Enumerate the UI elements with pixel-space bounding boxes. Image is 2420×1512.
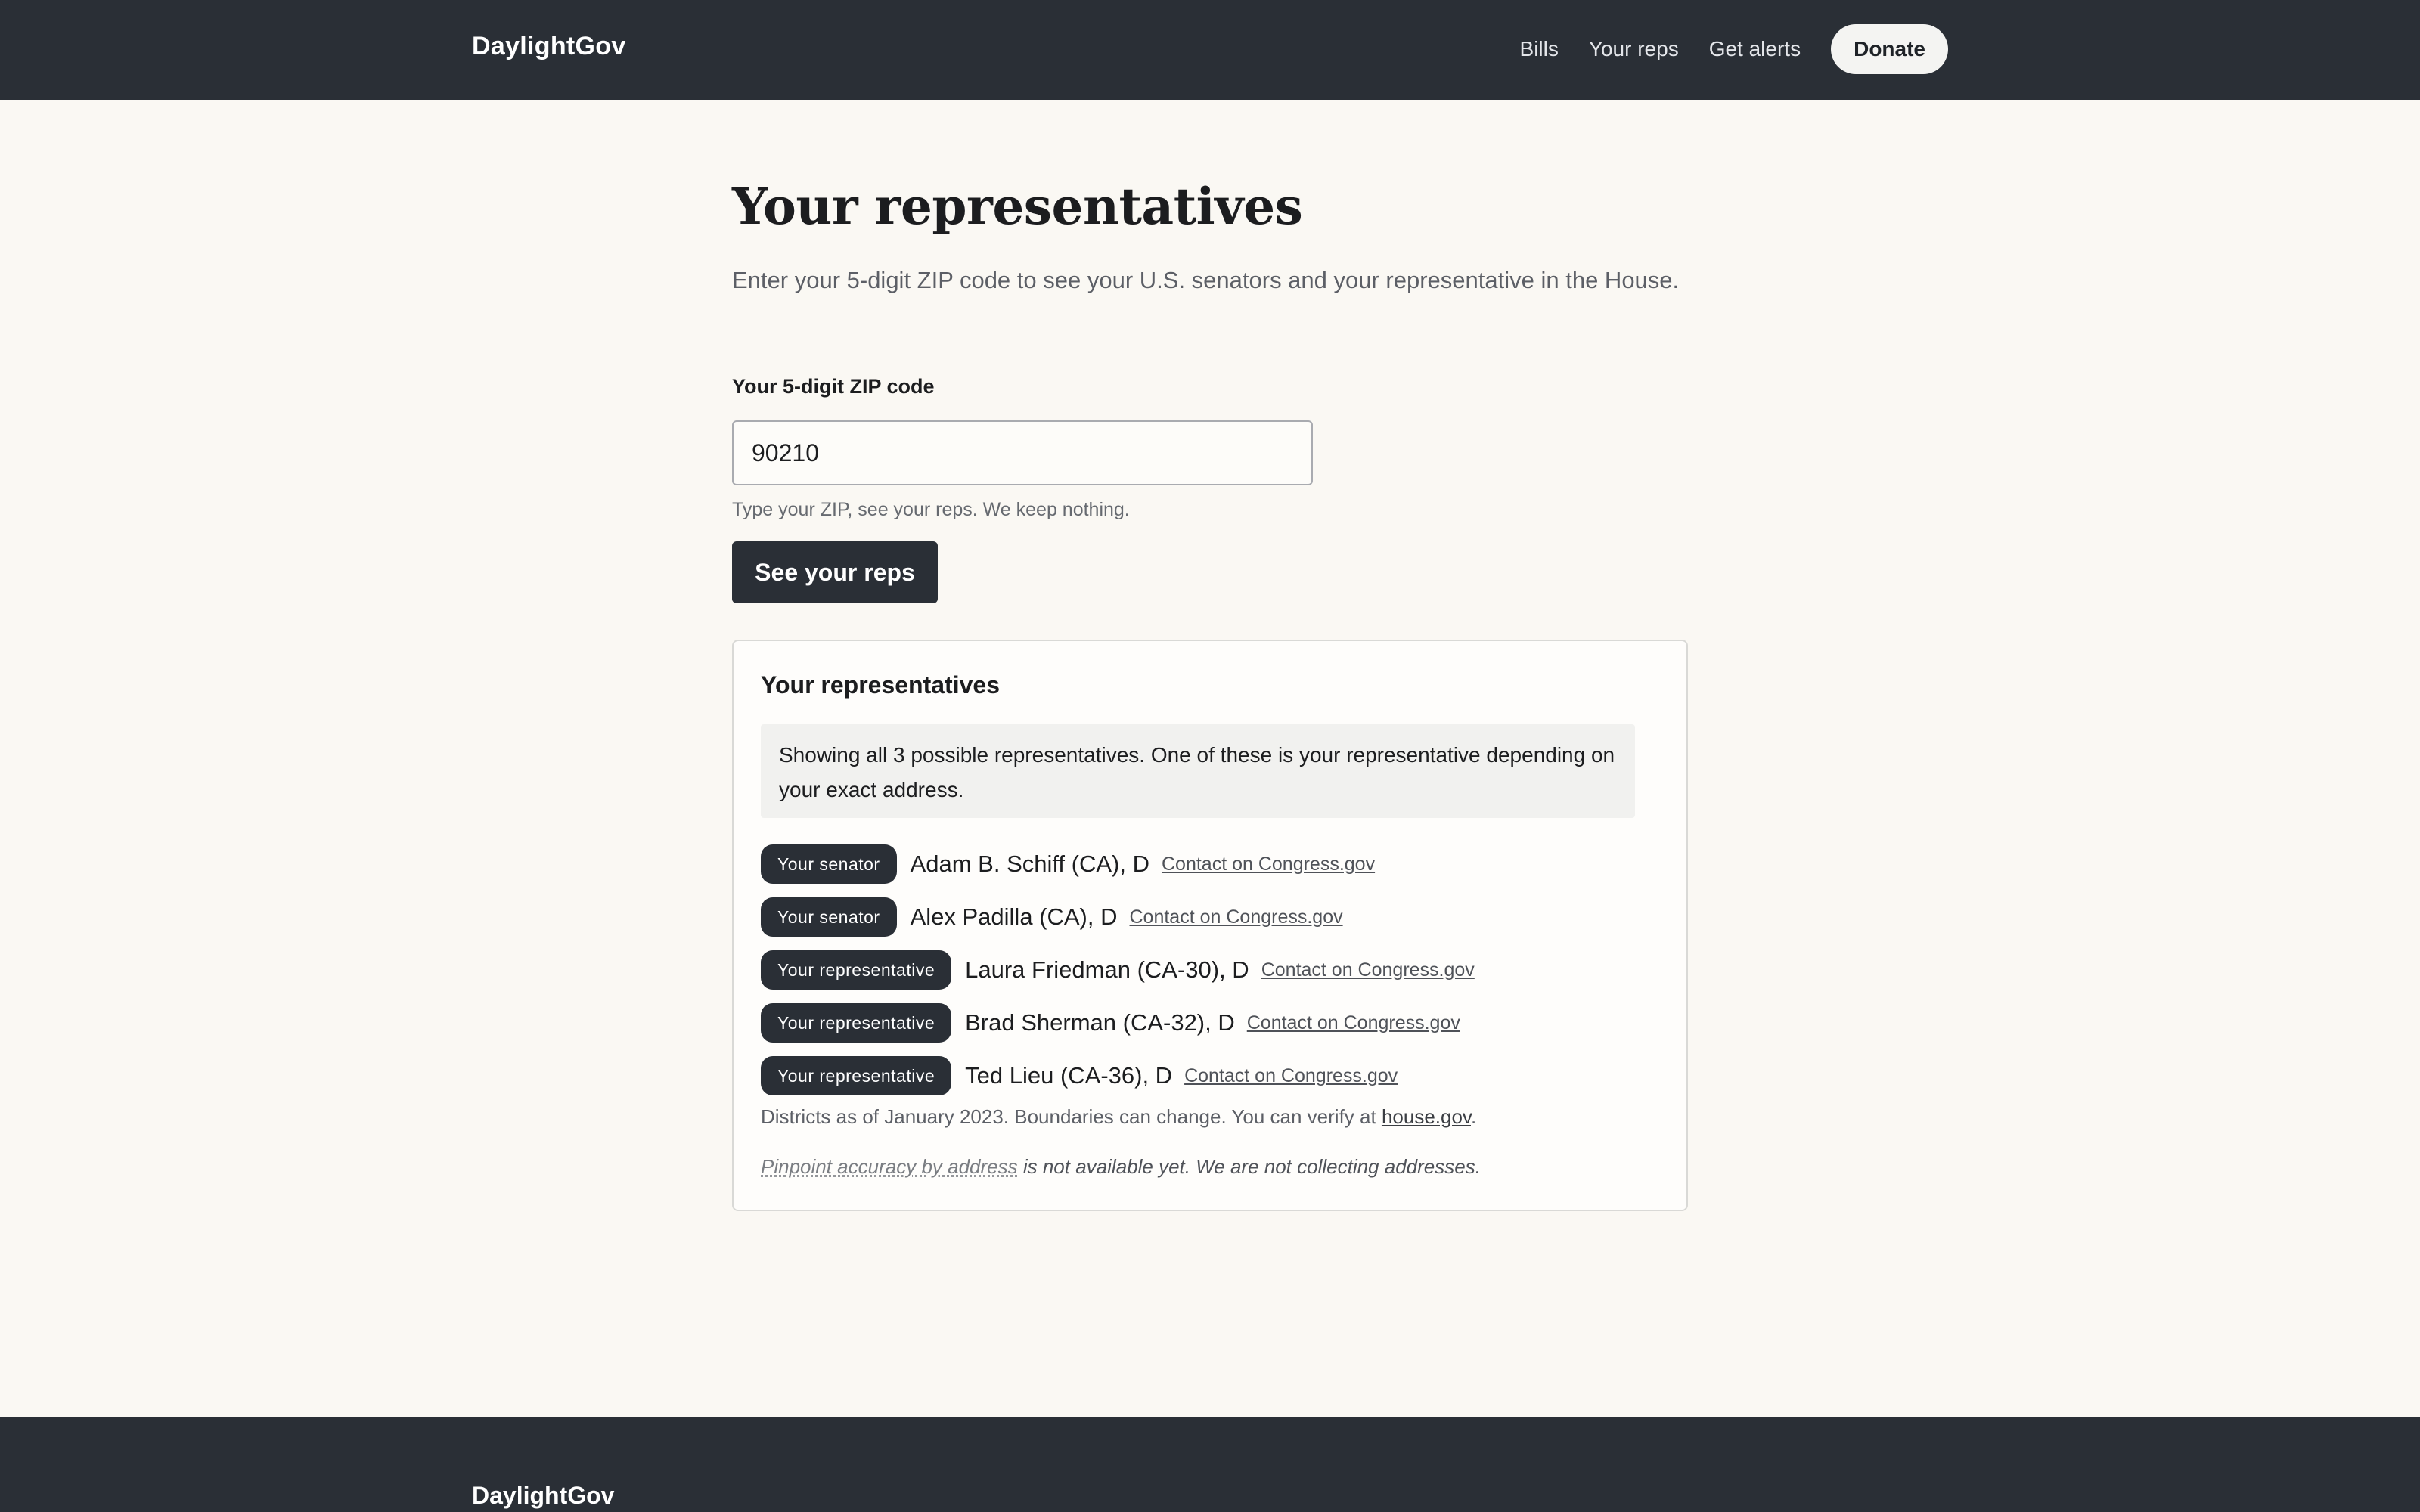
- rep-row: Your senator Alex Padilla (CA), D Contac…: [761, 891, 1475, 943]
- page-title: Your representatives: [732, 177, 1303, 236]
- footer-brand[interactable]: DaylightGov: [472, 1482, 614, 1510]
- site-footer: DaylightGov: [0, 1417, 2420, 1512]
- see-your-reps-button[interactable]: See your reps: [732, 541, 938, 603]
- zip-input[interactable]: [732, 420, 1313, 485]
- district-note: Districts as of January 2023. Boundaries…: [761, 1105, 1476, 1129]
- district-note-text: Districts as of January 2023. Boundaries…: [761, 1105, 1382, 1128]
- results-notice: Showing all 3 possible representatives. …: [761, 724, 1635, 818]
- results-title: Your representatives: [761, 671, 1000, 699]
- role-badge: Your senator: [761, 897, 897, 937]
- rep-name: Laura Friedman (CA-30), D: [965, 956, 1249, 983]
- rep-row: Your senator Adam B. Schiff (CA), D Cont…: [761, 838, 1475, 891]
- rep-row: Your representative Ted Lieu (CA-36), D …: [761, 1049, 1475, 1102]
- contact-link[interactable]: Contact on Congress.gov: [1261, 959, 1475, 981]
- zip-hint: Type your ZIP, see your reps. We keep no…: [732, 499, 1130, 520]
- contact-link[interactable]: Contact on Congress.gov: [1184, 1065, 1398, 1087]
- zip-label: Your 5-digit ZIP code: [732, 375, 935, 398]
- nav-link-bills[interactable]: Bills: [1520, 37, 1559, 61]
- contact-link[interactable]: Contact on Congress.gov: [1247, 1012, 1460, 1034]
- rep-name: Brad Sherman (CA-32), D: [965, 1009, 1235, 1036]
- nav-link-your-reps[interactable]: Your reps: [1589, 37, 1679, 61]
- role-badge: Your senator: [761, 844, 897, 884]
- nav-link-get-alerts[interactable]: Get alerts: [1709, 37, 1801, 61]
- rep-name: Alex Padilla (CA), D: [910, 903, 1118, 930]
- site-header: DaylightGov Bills Your reps Get alerts D…: [0, 0, 2420, 100]
- accuracy-note-text: is not available yet. We are not collect…: [1017, 1155, 1481, 1178]
- results-card: Your representatives Showing all 3 possi…: [732, 640, 1688, 1211]
- role-badge: Your representative: [761, 950, 952, 990]
- rep-name: Ted Lieu (CA-36), D: [965, 1062, 1173, 1089]
- rep-name: Adam B. Schiff (CA), D: [910, 850, 1150, 877]
- role-badge: Your representative: [761, 1056, 952, 1095]
- role-badge: Your representative: [761, 1003, 952, 1043]
- contact-link[interactable]: Contact on Congress.gov: [1130, 906, 1343, 928]
- main-nav: Bills Your reps Get alerts Donate: [1490, 24, 1948, 74]
- accuracy-note: Pinpoint accuracy by address is not avai…: [761, 1155, 1481, 1179]
- house-gov-link[interactable]: house.gov: [1382, 1105, 1471, 1128]
- contact-link[interactable]: Contact on Congress.gov: [1162, 854, 1375, 875]
- rep-list: Your senator Adam B. Schiff (CA), D Cont…: [761, 838, 1475, 1102]
- district-note-end: .: [1471, 1105, 1477, 1128]
- page-intro: Enter your 5-digit ZIP code to see your …: [732, 267, 1680, 293]
- pinpoint-accuracy-term[interactable]: Pinpoint accuracy by address: [761, 1155, 1018, 1178]
- rep-row: Your representative Brad Sherman (CA-32)…: [761, 996, 1475, 1049]
- brand-logo[interactable]: DaylightGov: [472, 32, 626, 61]
- donate-button[interactable]: Donate: [1831, 24, 1948, 74]
- rep-row: Your representative Laura Friedman (CA-3…: [761, 943, 1475, 996]
